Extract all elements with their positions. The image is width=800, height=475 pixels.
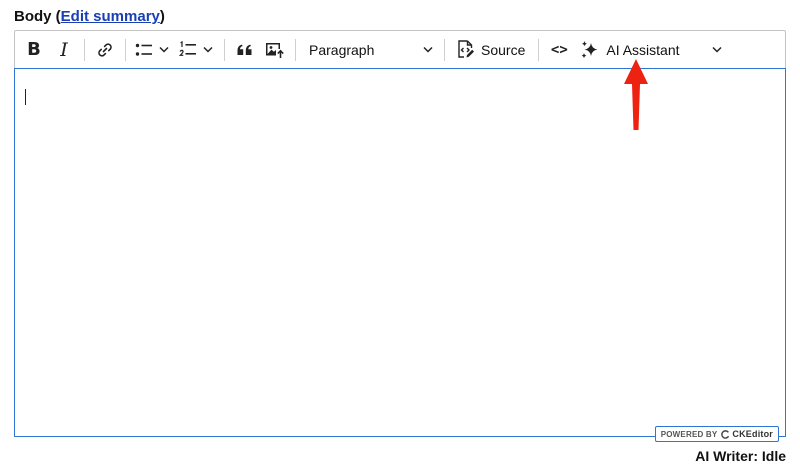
sparkles-icon — [581, 40, 598, 58]
code-icon: <> — [550, 41, 568, 58]
numbered-list-button[interactable] — [175, 35, 219, 65]
editor-toolbar: B I Paragraph Source <> AI Assistant — [14, 30, 786, 68]
toolbar-separator — [295, 38, 296, 61]
field-label-prefix: Body ( — [14, 8, 61, 25]
edit-summary-link[interactable]: Edit summary — [61, 8, 160, 25]
ckeditor-logo-icon — [721, 429, 730, 439]
editor-content-area[interactable]: POWERED BY CKEditor — [14, 68, 786, 442]
rich-text-editor: B I Paragraph Source <> AI Assistant POW… — [14, 30, 786, 442]
toolbar-separator — [444, 38, 445, 61]
source-button[interactable]: Source — [450, 35, 533, 65]
page: Body (Edit summary) B I Paragraph Source… — [0, 0, 800, 475]
bulleted-list-button[interactable] — [131, 35, 175, 65]
block-quote-button[interactable] — [230, 35, 260, 65]
ckeditor-brand: CKEditor — [732, 429, 773, 439]
chevron-down-icon — [711, 46, 722, 53]
toolbar-separator — [224, 38, 225, 61]
toolbar-separator — [84, 38, 85, 61]
chevron-down-icon[interactable] — [203, 46, 213, 53]
source-editing-icon — [458, 40, 474, 58]
ai-assistant-label: AI Assistant — [606, 41, 680, 58]
heading-dropdown[interactable]: Paragraph — [301, 35, 439, 65]
chevron-down-icon[interactable] — [159, 46, 169, 53]
powered-by-badge[interactable]: POWERED BY CKEditor — [654, 426, 779, 442]
insert-image-button[interactable] — [260, 35, 290, 65]
italic-button[interactable]: I — [49, 35, 79, 65]
toolbar-separator — [125, 38, 126, 61]
bold-button[interactable]: B — [19, 35, 49, 65]
field-label-suffix: ) — [159, 8, 165, 25]
chevron-down-icon — [423, 46, 433, 53]
ai-writer-status: AI Writer: Idle — [695, 448, 786, 464]
block-quote-icon — [237, 44, 252, 55]
text-caret — [25, 89, 26, 105]
field-label: Body (Edit summary) — [14, 8, 165, 25]
bulleted-list-icon — [135, 43, 152, 56]
heading-dropdown-value: Paragraph — [309, 41, 375, 58]
source-button-label: Source — [481, 41, 526, 58]
powered-by-label: POWERED BY — [660, 429, 718, 439]
red-arrow-annotation — [624, 59, 648, 130]
toolbar-separator — [538, 38, 540, 61]
link-button[interactable] — [90, 35, 120, 65]
numbered-list-icon — [179, 40, 196, 56]
link-icon — [98, 42, 112, 57]
image-upload-icon — [266, 42, 284, 58]
code-button[interactable]: <> — [544, 35, 574, 65]
ai-assistant-dropdown[interactable] — [704, 35, 730, 65]
